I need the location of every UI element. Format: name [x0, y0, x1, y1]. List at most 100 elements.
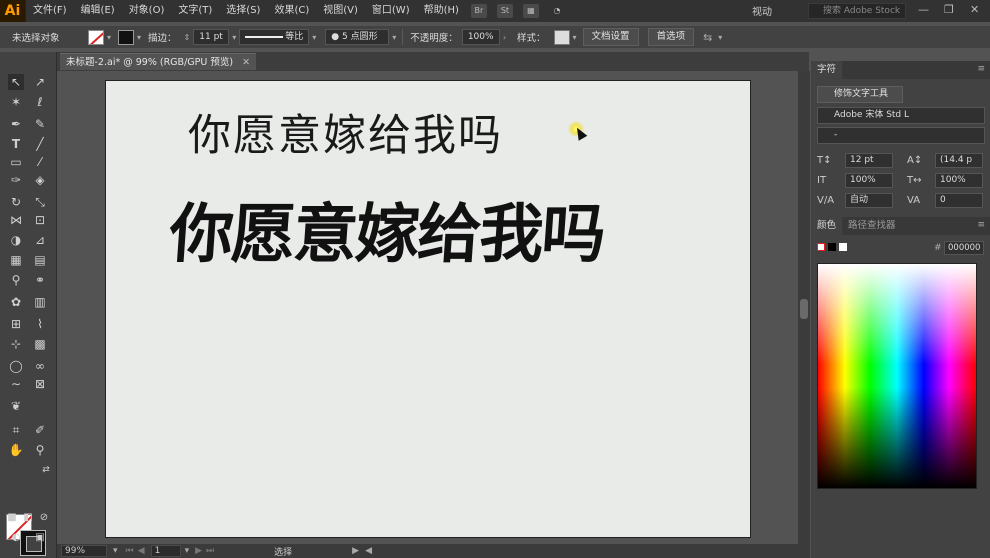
- stock-button[interactable]: St: [496, 4, 513, 18]
- color-mode-icon[interactable]: ■: [4, 510, 20, 526]
- stroke-swatch[interactable]: [118, 29, 135, 45]
- menu-object[interactable]: 对象(O): [122, 0, 172, 22]
- close-icon[interactable]: ✕: [970, 3, 979, 16]
- stepper-icon[interactable]: ⇕: [184, 33, 191, 42]
- touch-type-tool-button[interactable]: 修饰文字工具: [817, 86, 903, 103]
- direct-selection-tool-icon[interactable]: ↗: [32, 74, 48, 90]
- next-artboard-icon[interactable]: ▶: [195, 546, 202, 556]
- opacity-field[interactable]: 100%: [461, 29, 500, 45]
- white-swatch[interactable]: [839, 243, 848, 251]
- menu-window[interactable]: 窗口(W): [365, 0, 417, 22]
- menu-help[interactable]: 帮助(H): [417, 0, 466, 22]
- tab-pathfinder[interactable]: 路径查找器: [842, 217, 902, 235]
- tab-character[interactable]: 字符: [811, 61, 843, 79]
- hand-tool-icon[interactable]: ✋: [8, 442, 24, 458]
- zoom-field[interactable]: 99%: [61, 545, 107, 557]
- screen-mode-icon[interactable]: ▣: [32, 530, 48, 546]
- stroke-weight-field[interactable]: 11 pt: [193, 29, 230, 45]
- artwork-text-rounded-bold[interactable]: 你愿意嫁给我吗: [167, 183, 607, 275]
- hand-grid-icon[interactable]: ▩: [32, 336, 48, 352]
- pen-variant-icon[interactable]: ✐: [32, 422, 48, 438]
- scale-tool-icon[interactable]: ⤡: [32, 194, 48, 210]
- slice-tool-icon[interactable]: ⌇: [32, 316, 48, 332]
- pen-tool-icon[interactable]: ✒: [8, 116, 24, 132]
- status-menu-icon[interactable]: ▶: [352, 546, 359, 556]
- paintbrush-icon[interactable]: ⁄: [32, 154, 48, 170]
- gradient-tool-icon[interactable]: ▤: [32, 252, 48, 268]
- menu-type[interactable]: 文字(T): [171, 0, 219, 22]
- menu-view[interactable]: 视图(V): [316, 0, 365, 22]
- chevron-down-icon[interactable]: ▾: [392, 33, 396, 42]
- prev-artboard-icon[interactable]: ◀: [138, 546, 145, 556]
- ellipse-tool-icon[interactable]: ◯: [8, 358, 24, 374]
- line-tool-icon[interactable]: ╱: [32, 136, 48, 152]
- menu-effect[interactable]: 效果(C): [267, 0, 316, 22]
- perspective-grid-icon[interactable]: ⊿: [32, 232, 48, 248]
- bridge-button[interactable]: Br: [470, 4, 487, 18]
- panel-menu-icon[interactable]: ≡: [977, 64, 985, 74]
- minimize-icon[interactable]: —: [918, 3, 929, 16]
- curvature-tool-icon[interactable]: ✎: [32, 116, 48, 132]
- menu-edit[interactable]: 编辑(E): [74, 0, 122, 22]
- chevron-right-icon[interactable]: ›: [503, 33, 506, 42]
- type-tool-icon[interactable]: T: [8, 136, 24, 152]
- rotate-tool-icon[interactable]: ↻: [8, 194, 24, 210]
- chevron-down-icon[interactable]: ▾: [573, 33, 577, 42]
- eyedropper-icon[interactable]: ⚲: [8, 272, 24, 288]
- close-tab-icon[interactable]: ✕: [242, 57, 250, 68]
- stroke-label[interactable]: 描边：: [148, 30, 177, 44]
- horizontal-scale-field[interactable]: 100%: [935, 173, 983, 188]
- swap-fill-stroke-icon[interactable]: ⇄: [38, 462, 54, 478]
- vertical-scrollbar[interactable]: [798, 71, 810, 544]
- tab-color[interactable]: 颜色: [811, 217, 843, 235]
- knife-tool-icon[interactable]: ∞: [32, 358, 48, 374]
- last-artboard-icon[interactable]: ⏭: [206, 546, 214, 556]
- column-graph-icon[interactable]: ▥: [32, 294, 48, 310]
- menu-select[interactable]: 选择(S): [219, 0, 267, 22]
- panel-menu-icon[interactable]: ≡: [977, 220, 985, 230]
- lasso-icon[interactable]: ℓ: [32, 94, 48, 110]
- workspace-switcher[interactable]: 视动: [752, 3, 772, 18]
- blend-tool-icon[interactable]: ⚭: [32, 272, 48, 288]
- arrange-icon[interactable]: ⇆: [703, 31, 712, 44]
- artboard-number-field[interactable]: 1: [150, 545, 181, 557]
- draw-mode-icon[interactable]: ◐: [8, 530, 24, 546]
- first-artboard-icon[interactable]: ⏮: [126, 546, 134, 556]
- crop-image-icon[interactable]: ⌗: [8, 422, 24, 438]
- rectangle-tool-icon[interactable]: ▭: [8, 154, 24, 170]
- none-mode-icon[interactable]: ⊘: [36, 510, 52, 526]
- live-paint-icon[interactable]: ⊠: [32, 376, 48, 392]
- arrange-documents-icon[interactable]: ▦: [522, 4, 539, 18]
- fill-swatch[interactable]: [88, 29, 104, 45]
- magic-wand-icon[interactable]: ✶: [8, 94, 24, 110]
- brush-select[interactable]: ● 5 点圆形: [325, 29, 390, 45]
- puppet-warp-icon[interactable]: ❦: [8, 398, 24, 414]
- pencil-smooth-icon[interactable]: ∼: [8, 376, 24, 392]
- menu-file[interactable]: 文件(F): [26, 0, 74, 22]
- black-swatch[interactable]: [828, 243, 837, 251]
- opacity-label[interactable]: 不透明度：: [410, 30, 458, 44]
- stock-search-input[interactable]: 搜索 Adobe Stock: [808, 3, 906, 19]
- artwork-text-serif[interactable]: 你愿意嫁给我吗: [188, 101, 503, 163]
- mesh-tool-icon[interactable]: ▦: [8, 252, 24, 268]
- font-family-select[interactable]: Adobe 宋体 Std L: [817, 107, 985, 124]
- gpu-performance-icon[interactable]: ◔: [549, 4, 565, 18]
- hex-field[interactable]: 000000: [944, 241, 984, 255]
- scroll-left-icon[interactable]: ◀: [365, 546, 372, 556]
- zoom-tool-icon[interactable]: ⚲: [32, 442, 48, 458]
- anchor-point-icon[interactable]: ⊹: [8, 336, 24, 352]
- artboard-tool-icon[interactable]: ⊞: [8, 316, 24, 332]
- gradient-mode-icon[interactable]: ◧: [20, 510, 36, 526]
- scrollbar-thumb[interactable]: [800, 299, 808, 319]
- chevron-down-icon[interactable]: ▾: [312, 33, 316, 42]
- stroke-profile-select[interactable]: 等比: [239, 29, 310, 45]
- chevron-down-icon[interactable]: ▾: [113, 546, 118, 556]
- color-spectrum[interactable]: [817, 263, 977, 489]
- chevron-down-icon[interactable]: ▾: [232, 33, 236, 42]
- font-style-select[interactable]: -: [817, 127, 985, 144]
- shape-builder-icon[interactable]: ◑: [8, 232, 24, 248]
- document-setup-button[interactable]: 文档设置: [582, 28, 639, 46]
- maximize-icon[interactable]: ❐: [944, 3, 954, 16]
- shaper-tool-icon[interactable]: ✑: [8, 172, 24, 188]
- chevron-down-icon[interactable]: ▾: [107, 33, 111, 42]
